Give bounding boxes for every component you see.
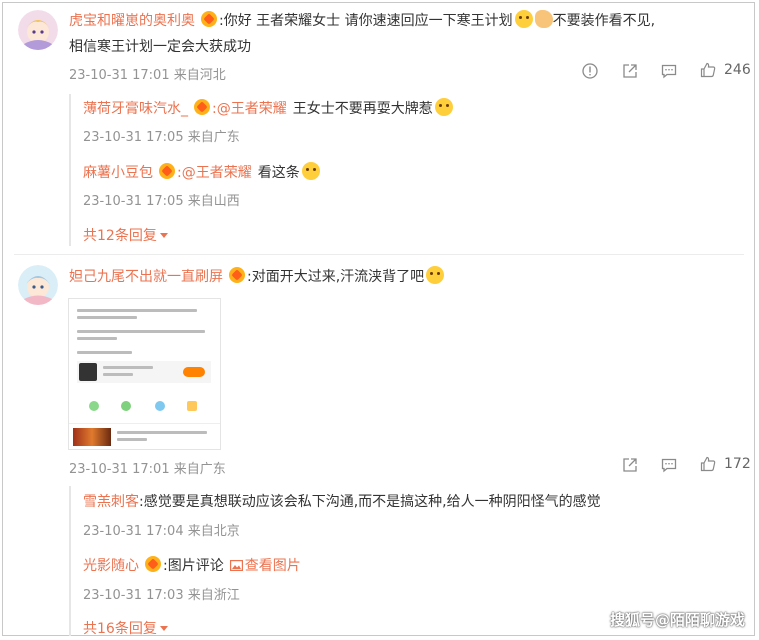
comment-image[interactable] [68, 298, 221, 450]
comment-icon [661, 64, 677, 79]
reply-username[interactable]: 光影随心 [83, 558, 139, 574]
share-button[interactable] [622, 457, 638, 473]
chevron-down-icon [159, 626, 168, 631]
vip-crown-icon [229, 267, 245, 283]
like-icon [700, 62, 716, 78]
timestamp: 23-10-31 17:01 [69, 462, 170, 477]
divider [14, 254, 744, 255]
reply-username[interactable]: 雪羔刺客 [83, 494, 139, 510]
reply-text: 王女士不要再耍大牌惹 [292, 101, 433, 117]
comment-button[interactable] [661, 457, 677, 473]
reply-username[interactable]: 薄荷牙膏味汽水_ [83, 101, 188, 117]
reply-line: 麻薯小豆包 :@王者荣耀 看这条 [83, 162, 320, 182]
reply-username[interactable]: 麻薯小豆包 [83, 165, 153, 181]
reply-meta: 23-10-31 17:05 来自山西 [83, 190, 240, 209]
vip-crown-icon [201, 11, 217, 27]
share-icon [623, 458, 637, 472]
emoji-icon [301, 162, 320, 180]
like-count: 172 [724, 456, 751, 472]
like-icon [700, 456, 716, 472]
reply-line: 薄荷牙膏味汽水_ :@王者荣耀 王女士不要再耍大牌惹 [83, 98, 453, 118]
mention-link[interactable]: :@王者荣耀 [177, 165, 252, 181]
timestamp: 23-10-31 17:05 [83, 130, 184, 145]
comment-text: 不要装作看不见, [552, 13, 656, 29]
avatar[interactable] [18, 10, 58, 50]
reply-thread-bar [69, 94, 71, 246]
emoji-icon [426, 266, 445, 284]
reply-text: :图片评论 [163, 558, 224, 574]
username[interactable]: 妲己九尾不出就一直刷屏 [69, 269, 223, 285]
reply-meta: 23-10-31 17:05 来自广东 [83, 126, 240, 145]
username[interactable]: 虎宝和曜崽的奥利奥 [69, 13, 195, 29]
image-icon [229, 560, 243, 572]
timestamp: 23-10-31 17:03 [83, 588, 184, 603]
location: 来自广东 [187, 130, 240, 145]
reply-line: 光影随心 :图片评论 查看图片 [83, 555, 301, 575]
location: 来自山西 [187, 194, 240, 209]
report-icon [582, 63, 598, 79]
emoji-icon [514, 10, 533, 28]
reply-text: 看这条 [257, 165, 300, 181]
comment-line: 妲己九尾不出就一直刷屏 :对面开大过来,汗流浃背了吧 [69, 266, 445, 286]
location: 来自浙江 [187, 588, 240, 603]
location: 来自北京 [187, 524, 240, 539]
comment-meta: 23-10-31 17:01 来自河北 [69, 64, 226, 83]
avatar[interactable] [18, 265, 58, 305]
location: 来自广东 [173, 462, 226, 477]
emoji-icon [434, 98, 453, 116]
emoji-icon [534, 10, 553, 28]
reply-meta: 23-10-31 17:04 来自北京 [83, 520, 240, 539]
more-replies-link[interactable]: 共12条回复 [83, 225, 168, 245]
reply-thread-bar [69, 486, 71, 636]
report-button[interactable] [582, 63, 598, 79]
comment-text: :你好 王者荣耀女士 请你速速回应一下寒王计划 [219, 13, 513, 29]
vip-crown-icon [159, 163, 175, 179]
reply-text: :感觉要是真想联动应该会私下沟通,而不是搞这种,给人一种阴阳怪气的感觉 [139, 494, 601, 510]
location: 来自河北 [173, 68, 226, 83]
view-image-link[interactable]: 查看图片 [229, 558, 301, 574]
comment-text: :对面开大过来,汗流浃背了吧 [247, 269, 425, 285]
timestamp: 23-10-31 17:01 [69, 68, 170, 83]
vip-crown-icon [194, 99, 210, 115]
comment-line: 虎宝和曜崽的奥利奥 :你好 王者荣耀女士 请你速速回应一下寒王计划 不要装作看不见, [69, 10, 655, 30]
comment-button[interactable] [661, 63, 677, 79]
comment-icon [661, 458, 677, 473]
comment-meta: 23-10-31 17:01 来自广东 [69, 458, 226, 477]
like-button[interactable]: 172 [700, 456, 751, 472]
timestamp: 23-10-31 17:04 [83, 524, 184, 539]
timestamp: 23-10-31 17:05 [83, 194, 184, 209]
comment-text: 相信寒王计划一定会大获成功 [69, 39, 251, 55]
more-replies-link[interactable]: 共16条回复 [83, 618, 168, 638]
watermark: 搜狐号@陌陌聊游戏 [609, 611, 745, 629]
mention-link[interactable]: :@王者荣耀 [212, 101, 287, 117]
chevron-down-icon [159, 233, 168, 238]
reply-line: 雪羔刺客:感觉要是真想联动应该会私下沟通,而不是搞这种,给人一种阴阳怪气的感觉 [83, 491, 601, 511]
share-button[interactable] [622, 63, 638, 79]
share-icon [623, 64, 637, 78]
vip-crown-icon [145, 556, 161, 572]
like-count: 246 [724, 62, 751, 78]
reply-meta: 23-10-31 17:03 来自浙江 [83, 584, 240, 603]
like-button[interactable]: 246 [700, 62, 751, 78]
